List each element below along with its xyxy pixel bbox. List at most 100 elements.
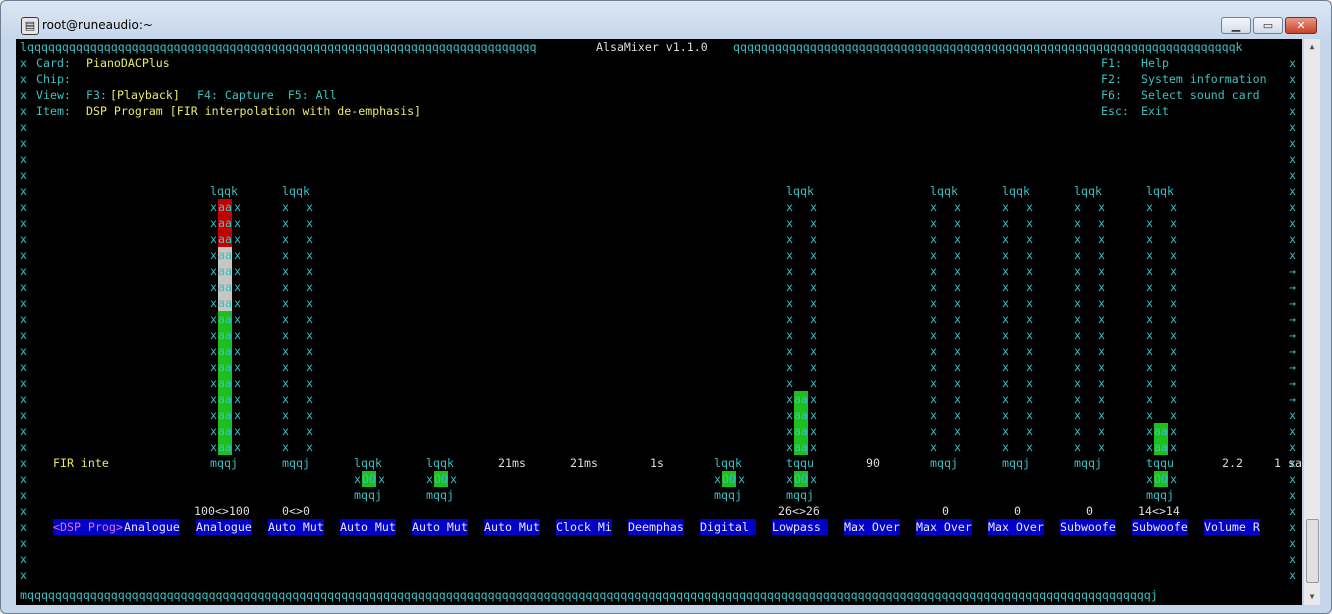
help-text-f2: System information: [1141, 72, 1267, 86]
scroll-up-arrow-icon[interactable]: ▲: [1306, 41, 1318, 53]
control-label[interactable]: Subwoofe: [1132, 519, 1188, 535]
volume-bar-empty: [1154, 375, 1168, 391]
control-value: 2.2: [1222, 456, 1243, 470]
volume-bar-side: x: [810, 360, 817, 374]
border-left: x: [20, 200, 27, 214]
terminal-screen[interactable]: lqqqqqqqqqqqqqqqqqqqqqqqqqqqqqqqqqqqqqqq…: [16, 39, 1302, 605]
volume-bar-fill[interactable]: aa: [218, 375, 232, 391]
volume-bar-fill[interactable]: aa: [794, 439, 808, 455]
volume-bar-fill[interactable]: aa: [218, 407, 232, 423]
scroll-thumb[interactable]: [1306, 519, 1319, 583]
volume-bar-fill[interactable]: aa: [1154, 439, 1168, 455]
maximize-button[interactable]: ▭: [1253, 17, 1283, 34]
scrollbar[interactable]: ▲ ▼: [1303, 39, 1320, 605]
volume-bar-fill[interactable]: aa: [794, 423, 808, 439]
volume-bar-side: x: [306, 440, 313, 454]
control-label[interactable]: Max Over: [916, 519, 972, 535]
control-label[interactable]: Analogue: [196, 519, 252, 535]
border-right: →: [1289, 360, 1296, 374]
volume-bar-bottom: mqqj: [210, 456, 238, 470]
volume-bar-empty: [1082, 279, 1096, 295]
border-left: x: [20, 456, 27, 470]
volume-bar-fill[interactable]: aa: [1154, 423, 1168, 439]
volume-bar-empty: [938, 359, 952, 375]
border-right: →: [1289, 264, 1296, 278]
volume-bar-side: x: [1074, 216, 1081, 230]
volume-bar-side: x: [1098, 376, 1105, 390]
putty-icon: ▤: [21, 17, 39, 35]
volume-bar-side: x: [810, 408, 817, 422]
volume-bar-bottom: tqqu: [1146, 456, 1174, 470]
control-label[interactable]: Deemphas: [628, 519, 684, 535]
close-button[interactable]: ✕: [1285, 17, 1317, 34]
volume-bar-fill[interactable]: aa: [794, 391, 808, 407]
control-label[interactable]: Auto Mut: [412, 519, 468, 535]
volume-bar-side: x: [810, 376, 817, 390]
volume-bar-empty: [938, 247, 952, 263]
volume-bar-fill[interactable]: aa: [794, 407, 808, 423]
volume-bar-empty: [938, 311, 952, 327]
border-right: x: [1289, 72, 1296, 86]
switch-indicator[interactable]: OO: [434, 471, 448, 487]
switch-indicator[interactable]: OO: [362, 471, 376, 487]
volume-bar-side: x: [954, 424, 961, 438]
volume-bar-fill[interactable]: aa: [218, 279, 232, 295]
view-options[interactable]: F4: Capture F5: All: [197, 87, 337, 103]
border-left: x: [20, 536, 27, 550]
volume-bar-fill[interactable]: aa: [218, 263, 232, 279]
volume-bar-fill[interactable]: aa: [218, 247, 232, 263]
control-label[interactable]: Clock Mi: [556, 519, 612, 535]
control-label[interactable]: Auto Mut: [340, 519, 396, 535]
control-label[interactable]: Lowpass: [772, 519, 828, 535]
minimize-button[interactable]: ▁: [1221, 17, 1251, 34]
border-right: x: [1289, 136, 1296, 150]
volume-bar-empty: [938, 423, 952, 439]
border-left: x: [20, 424, 27, 438]
switch-bottom: mqqj: [426, 488, 454, 502]
volume-bar-side: x: [306, 344, 313, 358]
view-playback[interactable]: [Playback]: [110, 87, 180, 103]
title-bar[interactable]: ▤ root@runeaudio:~ ▁ ▭ ✕: [1, 1, 1331, 39]
border-right: →: [1289, 296, 1296, 310]
switch-bottom: mqqj: [786, 488, 814, 502]
control-label[interactable]: Max Over: [844, 519, 900, 535]
control-label[interactable]: Auto Mut: [484, 519, 540, 535]
volume-bar-fill[interactable]: aa: [218, 439, 232, 455]
control-label[interactable]: Digital: [700, 519, 756, 535]
control-label[interactable]: Auto Mut: [268, 519, 324, 535]
volume-bar-empty: [1082, 215, 1096, 231]
control-label[interactable]: Max Over: [988, 519, 1044, 535]
volume-bar-fill[interactable]: aa: [218, 215, 232, 231]
volume-bar-empty: [1010, 359, 1024, 375]
volume-bar-fill[interactable]: aa: [218, 231, 232, 247]
border-right: x: [1289, 232, 1296, 246]
volume-bar-fill[interactable]: aa: [218, 327, 232, 343]
border-left: x: [20, 344, 27, 358]
volume-bar-side: x: [786, 424, 793, 438]
volume-bar-fill[interactable]: aa: [218, 423, 232, 439]
volume-bar-fill[interactable]: aa: [218, 391, 232, 407]
volume-bar-fill[interactable]: aa: [218, 311, 232, 327]
switch-indicator[interactable]: OO: [794, 471, 808, 487]
switch-indicator[interactable]: OO: [1154, 471, 1168, 487]
switch-indicator[interactable]: OO: [722, 471, 736, 487]
volume-bar-side: x: [234, 360, 241, 374]
volume-bar-fill[interactable]: aa: [218, 343, 232, 359]
volume-bar-side: x: [282, 312, 289, 326]
volume-bar-fill[interactable]: aa: [218, 359, 232, 375]
control-label-selected[interactable]: <DSP Prog>: [53, 519, 123, 535]
switch-bottom: mqqj: [1146, 488, 1174, 502]
volume-bar-fill[interactable]: aa: [218, 199, 232, 215]
scroll-down-arrow-icon[interactable]: ▼: [1306, 591, 1318, 603]
volume-bar-fill[interactable]: aa: [218, 295, 232, 311]
border-right: x: [1289, 472, 1296, 486]
volume-bar-empty: [290, 407, 304, 423]
control-label[interactable]: Volume R: [1204, 519, 1260, 535]
border-right: x: [1289, 536, 1296, 550]
volume-bar-side: x: [786, 440, 793, 454]
control-label[interactable]: Subwoofe: [1060, 519, 1116, 535]
volume-bar-empty: [938, 263, 952, 279]
volume-bar-side: x: [1170, 216, 1177, 230]
volume-bar-side: x: [1146, 312, 1153, 326]
control-label[interactable]: Analogue: [124, 519, 180, 535]
